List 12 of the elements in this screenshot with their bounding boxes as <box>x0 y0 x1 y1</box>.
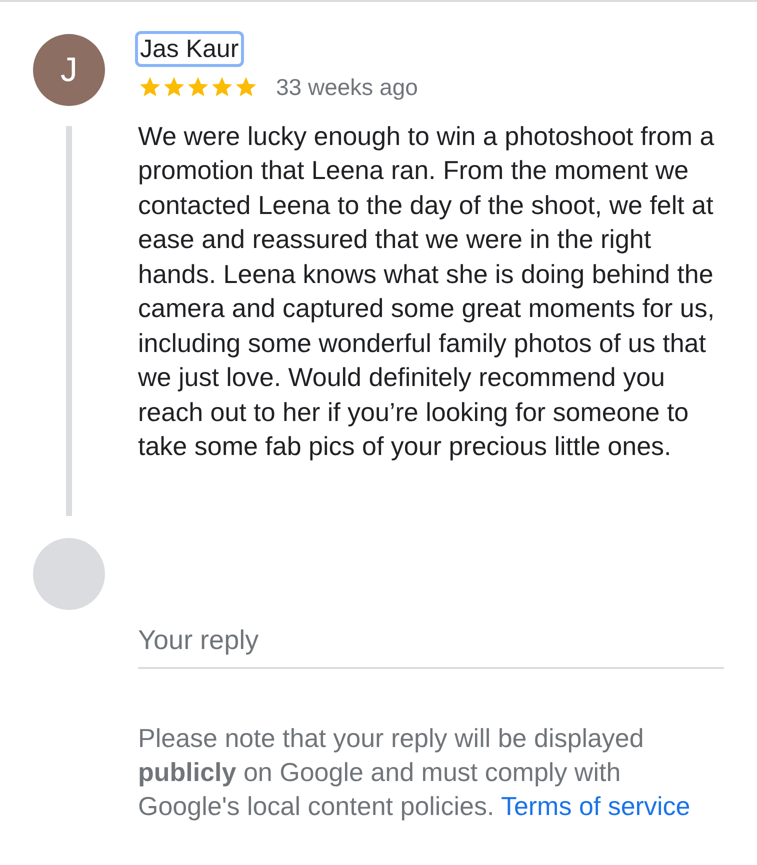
reply-notice: Please note that your reply will be displayed publicly on Google and must comply with Google's local content policies. Terms of service <box>138 722 692 822</box>
star-icon <box>138 75 162 100</box>
star-icon <box>210 75 234 100</box>
reviewer-name[interactable]: Jas Kaur <box>138 34 241 64</box>
reply-field[interactable]: Your reply <box>138 620 724 668</box>
review-text: We were lucky enough to win a photoshoot from a promotion that Leena ran. From the moment we contacted Leena to the day of the shoot, we felt at ease and reassured that we were in the right hands. Leena knows what she is doing behind the camera and captured some great moments for us, including some wonderful family photos of us that we just love. Would definitely recommend you reach out to her if you’re looking for someone to take some fab pics of your precious little ones. <box>138 120 716 463</box>
star-icon <box>162 75 186 100</box>
star-icon <box>234 75 258 100</box>
star-icon <box>186 75 210 100</box>
terms-of-service-link[interactable]: Terms of service <box>500 790 690 820</box>
avatar: J <box>33 34 105 106</box>
review-time: 33 weeks ago <box>276 73 418 102</box>
